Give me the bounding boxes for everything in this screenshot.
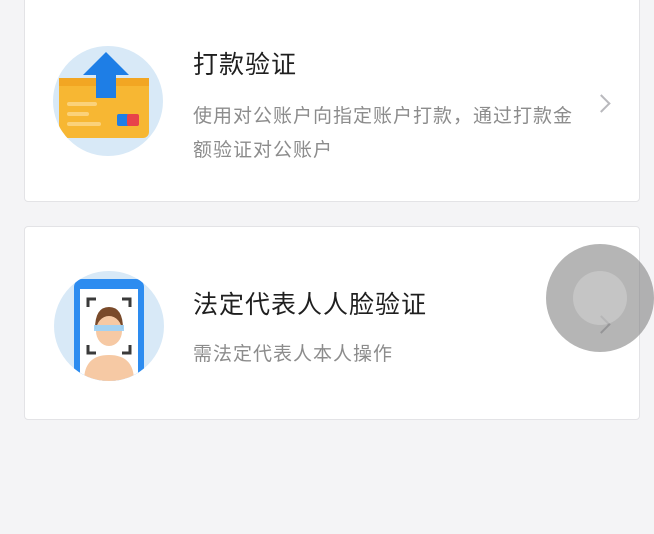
payment-verification-option[interactable]: 打款验证 使用对公账户向指定账户打款，通过打款金额验证对公账户 [24, 0, 640, 202]
face-recognition-icon [54, 271, 164, 381]
option-title: 打款验证 [193, 50, 298, 79]
option-title: 法定代表人人脸验证 [193, 290, 428, 319]
legal-rep-face-verification-option[interactable]: 法定代表人人脸验证 需法定代表人本人操作 [24, 226, 640, 420]
bank-transfer-icon [53, 46, 163, 156]
option-description: 需法定代表人本人操作 [193, 343, 394, 365]
chevron-right-icon [592, 94, 611, 113]
option-description: 使用对公账户向指定账户打款，通过打款金额验证对公账户 [193, 105, 574, 161]
touch-indicator [546, 244, 654, 352]
touch-indicator-center [573, 271, 627, 325]
